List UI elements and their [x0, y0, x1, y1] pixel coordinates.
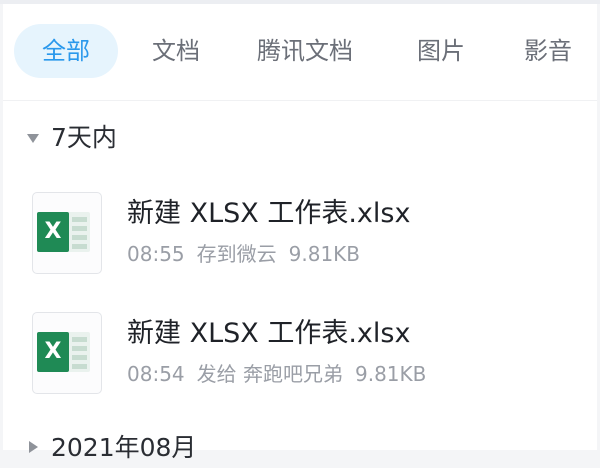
file-action: 发给 奔跑吧兄弟 — [196, 362, 343, 386]
tab-images[interactable]: 图片 — [401, 24, 481, 78]
tab-audio-video[interactable]: 影音 — [508, 24, 588, 78]
chevron-right-icon — [29, 441, 38, 453]
tab-tencent-docs[interactable]: 腾讯文档 — [239, 24, 371, 78]
file-size: 9.81KB — [355, 362, 427, 386]
file-list-item[interactable]: X 新建 XLSX 工作表.xlsx 08:55 存到微云 9.81KB — [3, 190, 597, 290]
category-tab-bar: 全部 文档 腾讯文档 图片 影音 — [3, 4, 597, 101]
chevron-down-icon — [27, 134, 39, 143]
file-meta: 08:55 存到微云 9.81KB — [127, 240, 360, 268]
tab-all[interactable]: 全部 — [14, 24, 118, 78]
section-header-2021-08[interactable]: 2021年08月 — [3, 428, 597, 468]
file-name: 新建 XLSX 工作表.xlsx — [127, 318, 411, 349]
file-time: 08:55 — [127, 242, 185, 266]
file-size: 9.81KB — [288, 242, 361, 266]
excel-file-icon: X — [32, 312, 102, 394]
section-title: 2021年08月 — [51, 433, 197, 462]
file-browser-panel: 全部 文档 腾讯文档 图片 影音 7天内 X 新建 XLSX 工作表.xlsx … — [3, 4, 597, 462]
excel-file-icon: X — [32, 192, 102, 274]
section-header-7-days[interactable]: 7天内 — [3, 118, 597, 158]
file-meta: 08:54 发给 奔跑吧兄弟 9.81KB — [127, 360, 426, 388]
section-title: 7天内 — [51, 123, 117, 152]
file-action: 存到微云 — [196, 242, 277, 266]
tab-documents[interactable]: 文档 — [136, 24, 216, 78]
file-time: 08:54 — [127, 362, 185, 386]
excel-badge: X — [37, 212, 69, 252]
excel-badge: X — [37, 332, 69, 372]
file-list-item[interactable]: X 新建 XLSX 工作表.xlsx 08:54 发给 奔跑吧兄弟 9.81KB — [3, 310, 597, 410]
file-name: 新建 XLSX 工作表.xlsx — [127, 198, 411, 229]
